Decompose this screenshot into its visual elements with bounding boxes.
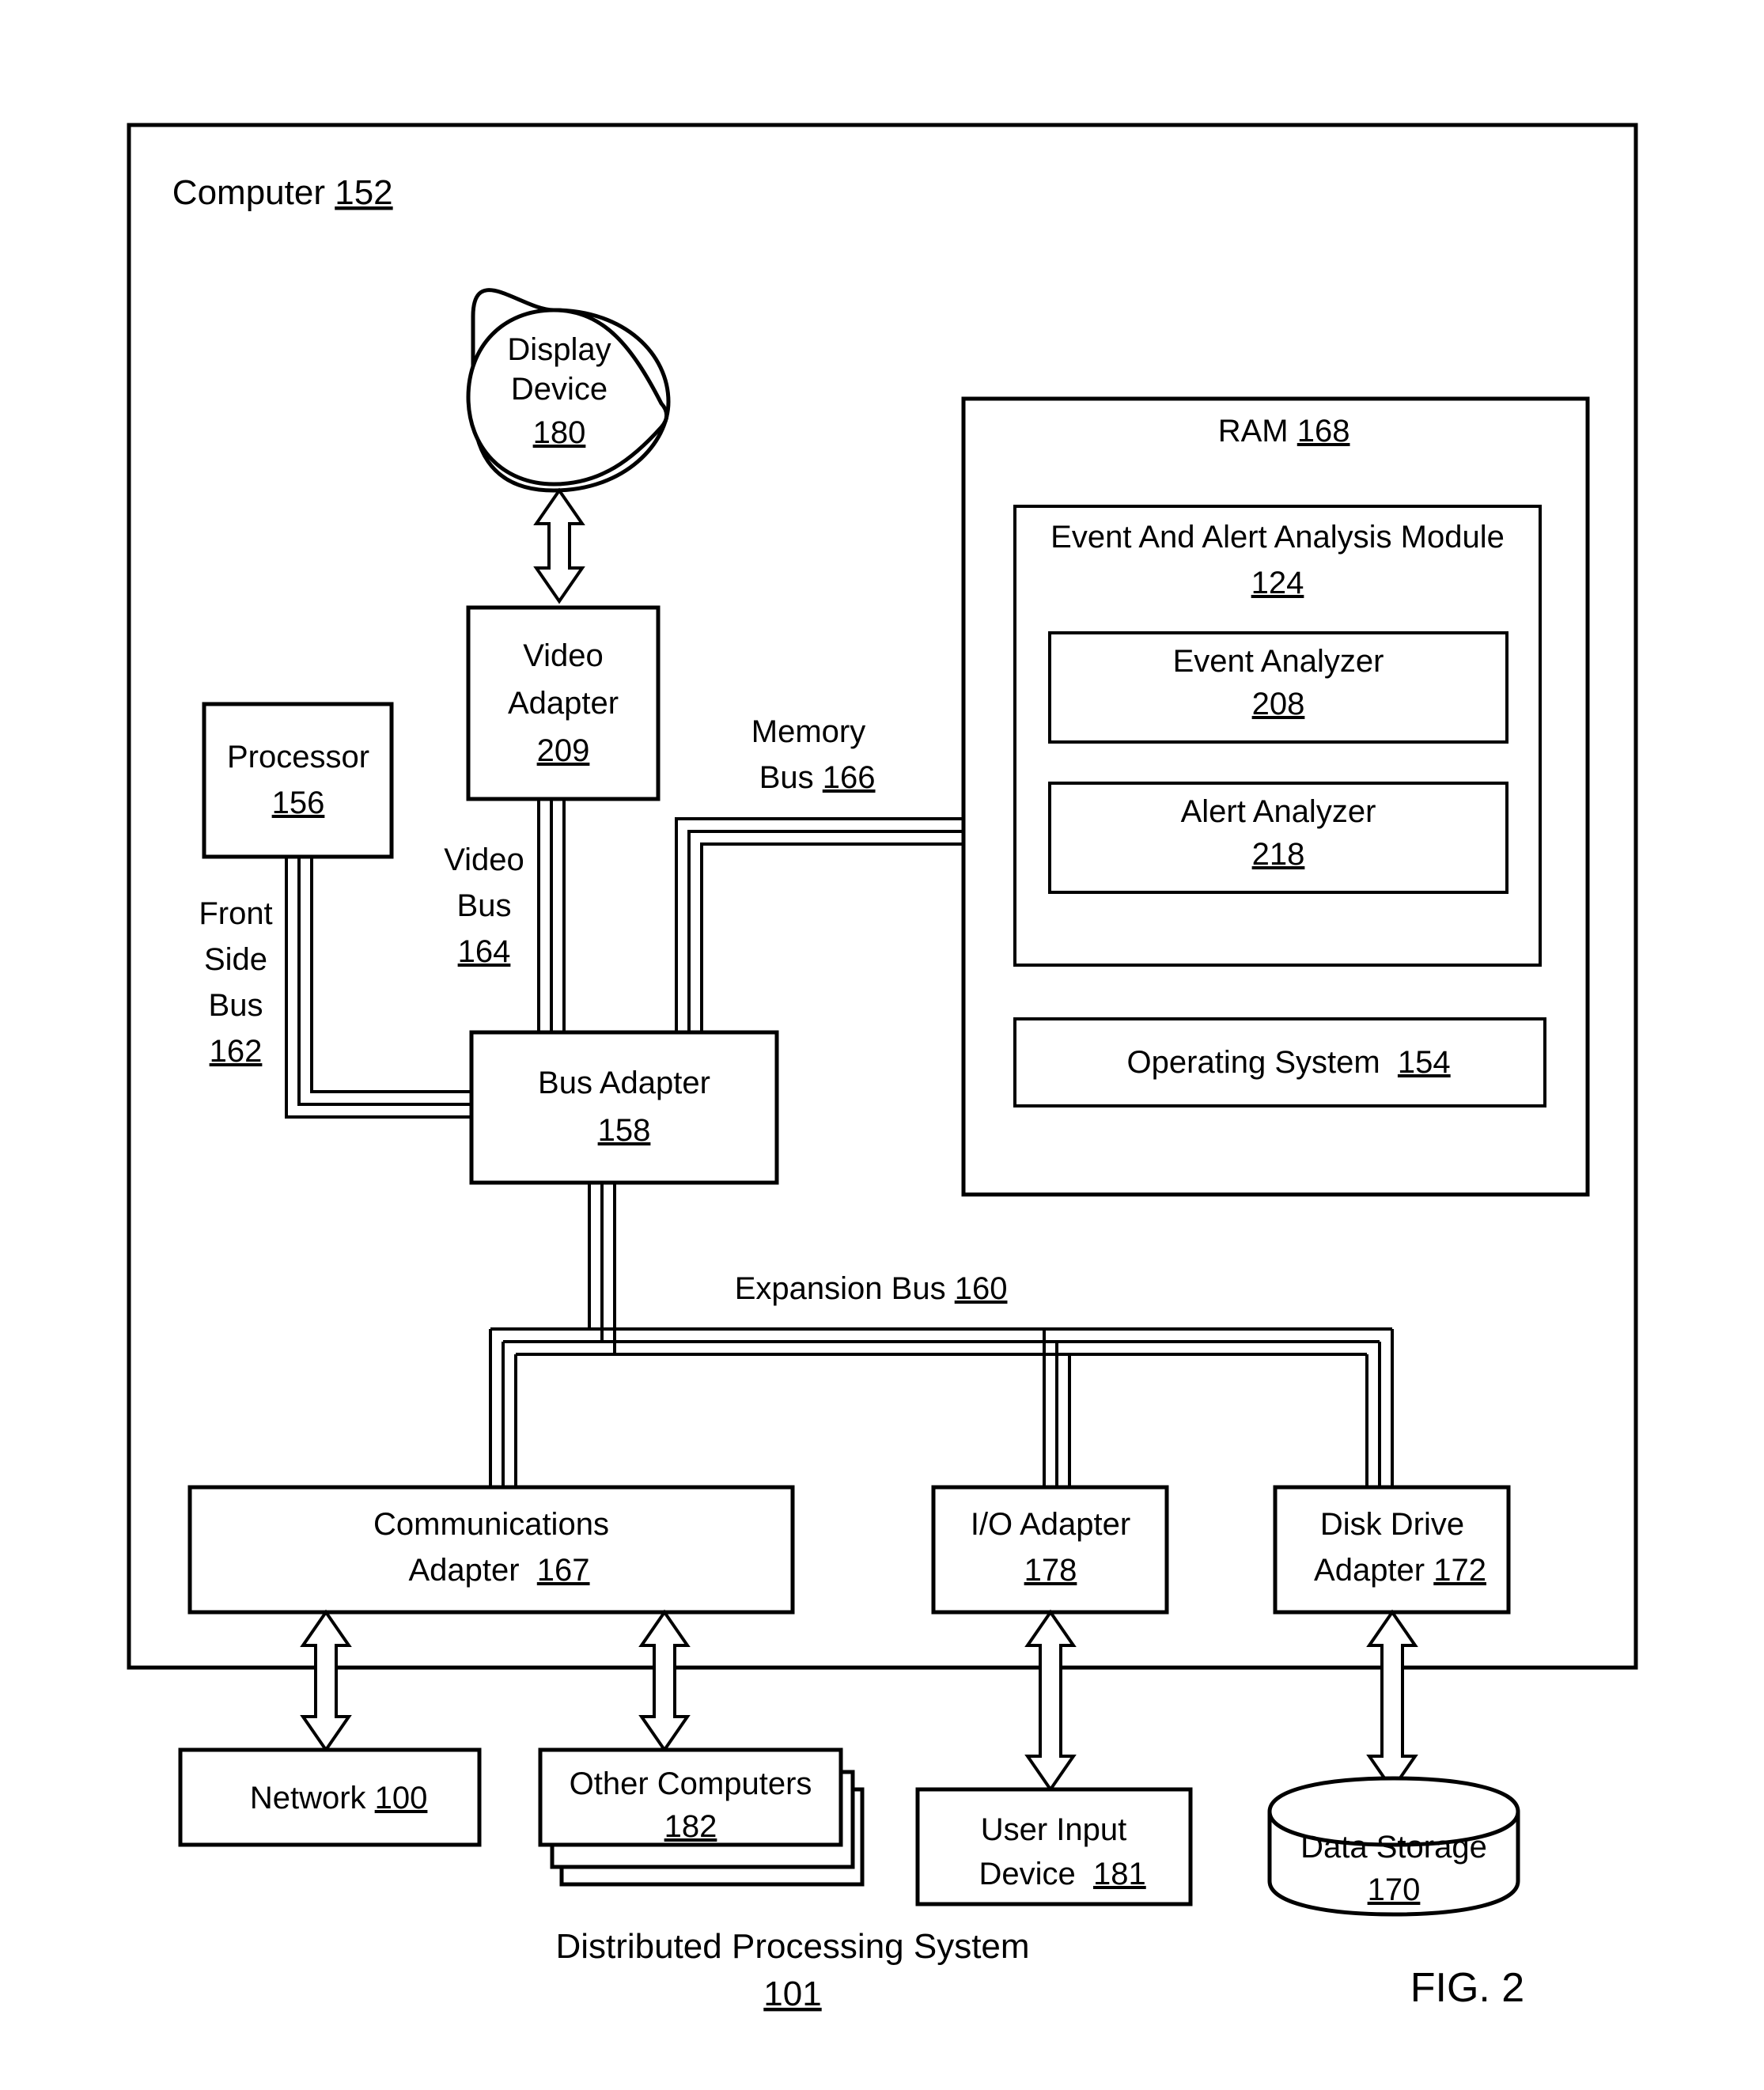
svg-text:Expansion Bus 160: Expansion Bus 160: [673, 1271, 1051, 1306]
data-storage-label: Data Storage: [1300, 1830, 1487, 1865]
alert-analyzer-ref: 218: [1252, 837, 1305, 872]
video-adapter-line2: Adapter: [508, 686, 619, 721]
operating-system-label: Operating System 154: [1083, 1045, 1477, 1080]
svg-text:162: 162: [210, 1034, 263, 1069]
expansion-bus-text: Expansion Bus: [735, 1271, 946, 1306]
display-device-line2: Device: [511, 372, 608, 407]
ram-ref: 168: [1297, 414, 1350, 449]
event-analyzer-ref: 208: [1252, 687, 1305, 721]
svg-text:Bus: Bus: [209, 988, 263, 1023]
disk-drive-adapter-line1: Disk Drive: [1320, 1507, 1464, 1542]
io-adapter-label: I/O Adapter: [971, 1507, 1130, 1542]
svg-text:Side: Side: [204, 942, 267, 977]
disk-drive-adapter-ref: 172: [1433, 1553, 1486, 1588]
svg-text:164: 164: [458, 934, 511, 969]
bus-adapter-ref: 158: [598, 1113, 651, 1148]
io-adapter-box: [931, 1485, 1169, 1615]
patent-figure-2: Display Device 180 Video Adapter 209 Pro…: [0, 0, 1764, 2090]
processor-box: [202, 702, 394, 859]
user-input-device-line1: User Input: [981, 1812, 1127, 1847]
operating-system-text: Operating System: [1127, 1045, 1380, 1080]
video-adapter-ref: 209: [537, 733, 590, 768]
comm-to-network-arrow: [300, 1609, 352, 1753]
video-adapter-line1: Video: [523, 638, 604, 673]
bus-adapter-box: [469, 1030, 779, 1185]
disk-drive-adapter-box: [1273, 1485, 1511, 1615]
svg-text:Memory: Memory: [751, 714, 865, 749]
processor-ref: 156: [272, 786, 325, 820]
network-ref: 100: [375, 1781, 428, 1815]
computer-title: Computer 152: [124, 173, 422, 212]
ram-title-text: RAM: [1218, 414, 1289, 449]
ram-title: RAM 168: [1174, 414, 1376, 449]
svg-text:Video: Video: [444, 842, 524, 877]
figure-caption-line1: Distributed Processing System: [555, 1927, 1029, 1966]
figure-caption-ref: 101: [763, 1975, 821, 2013]
comm-to-other-computers-arrow: [638, 1609, 691, 1753]
communications-adapter-box: [187, 1485, 795, 1615]
network-text: Network: [250, 1781, 367, 1815]
io-adapter-ref: 178: [1024, 1553, 1077, 1588]
memory-bus-l2: Bus: [759, 760, 814, 795]
alert-analyzer-label: Alert Analyzer: [1181, 794, 1376, 829]
computer-title-text: Computer: [172, 173, 325, 212]
event-analyzer-label: Event Analyzer: [1173, 644, 1384, 679]
svg-text:Bus: Bus: [457, 888, 512, 923]
figure-label: FIG. 2: [1410, 1965, 1524, 2011]
communications-adapter-line2: Adapter 167: [366, 1553, 616, 1588]
module-ref: 124: [1251, 566, 1304, 600]
user-input-device-text2: Device: [979, 1857, 1075, 1891]
disk-drive-adapter-text2: Adapter: [1314, 1553, 1425, 1588]
processor-label: Processor: [227, 740, 369, 774]
memory-bus-ref: 166: [823, 760, 876, 795]
communications-adapter-ref: 167: [537, 1553, 590, 1588]
io-to-user-input-arrow: [1024, 1609, 1077, 1793]
user-input-device-line2: Device 181: [935, 1857, 1172, 1891]
network-label: Network 100: [206, 1781, 454, 1815]
communications-adapter-text2: Adapter: [408, 1553, 519, 1588]
other-computers-label: Other Computers: [570, 1766, 812, 1801]
module-label: Event And Alert Analysis Module: [1050, 520, 1505, 555]
operating-system-ref: 154: [1398, 1045, 1451, 1080]
expansion-bus-ref: 160: [955, 1271, 1008, 1306]
computer-ref: 152: [335, 173, 392, 212]
disk-drive-adapter-line2: Adapter 172: [1272, 1553, 1513, 1588]
user-input-device-ref: 181: [1093, 1857, 1146, 1891]
data-storage-ref: 170: [1368, 1872, 1421, 1907]
display-device-ref: 180: [533, 415, 586, 450]
svg-text:Bus 166: Bus 166: [698, 760, 919, 795]
bus-adapter-label: Bus Adapter: [538, 1066, 710, 1100]
other-computers-ref: 182: [664, 1809, 717, 1844]
communications-adapter-line1: Communications: [373, 1507, 609, 1542]
disk-to-data-storage-arrow: [1366, 1609, 1418, 1793]
expansion-bus-label: Expansion Bus 160: [673, 1271, 1051, 1306]
display-device-line1: Display: [507, 332, 611, 367]
svg-text:Front: Front: [199, 896, 272, 931]
